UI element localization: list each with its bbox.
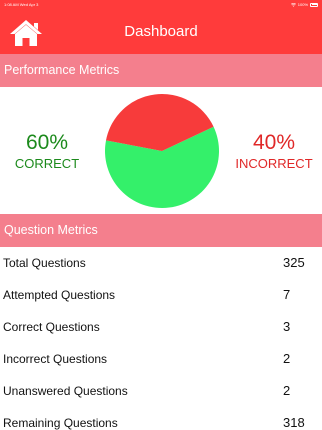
metric-row-incorrect: Incorrect Questions 2 [0, 343, 322, 375]
metric-value: 2 [283, 351, 291, 366]
metric-label: Unanswered Questions [3, 384, 128, 398]
metric-value: 7 [283, 287, 291, 302]
metric-row-correct: Correct Questions 3 [0, 311, 322, 343]
correct-label: CORRECT [14, 156, 80, 171]
metric-row-attempted: Attempted Questions 7 [0, 279, 322, 311]
correct-percent: 60% [25, 131, 69, 154]
metric-label: Total Questions [3, 256, 86, 270]
correct-stat: 60% CORRECT [2, 131, 92, 172]
status-time: 1:08 AM Wed Apr 3 [4, 2, 39, 7]
metric-value: 2 [283, 383, 291, 398]
metric-label: Remaining Questions [3, 416, 118, 430]
question-metrics-header: Question Metrics [0, 214, 322, 247]
performance-panel: 60% CORRECT 40% INCORRECT [0, 87, 322, 214]
performance-pie-chart [105, 93, 219, 208]
battery-icon [310, 2, 318, 7]
battery-percent: 100% [297, 2, 308, 7]
metric-label: Correct Questions [3, 320, 100, 334]
page-title: Dashboard [124, 23, 198, 40]
status-bar: 1:08 AM Wed Apr 3 100% [0, 0, 322, 9]
metric-value: 325 [283, 255, 305, 270]
metric-label: Incorrect Questions [3, 352, 108, 366]
metric-row-unanswered: Unanswered Questions 2 [0, 375, 322, 407]
incorrect-stat: 40% INCORRECT [229, 131, 319, 172]
wifi-icon [290, 2, 296, 7]
incorrect-label: INCORRECT [235, 156, 313, 171]
status-right: 100% [290, 0, 318, 9]
performance-metrics-header: Performance Metrics [0, 54, 322, 87]
metric-value: 318 [283, 415, 305, 430]
metric-label: Attempted Questions [3, 288, 116, 302]
metric-value: 3 [283, 319, 291, 334]
metric-row-total: Total Questions 325 [0, 247, 322, 279]
nav-bar: Dashboard [0, 9, 322, 54]
incorrect-percent: 40% [252, 131, 296, 154]
metric-row-remaining: Remaining Questions 318 [0, 407, 322, 430]
